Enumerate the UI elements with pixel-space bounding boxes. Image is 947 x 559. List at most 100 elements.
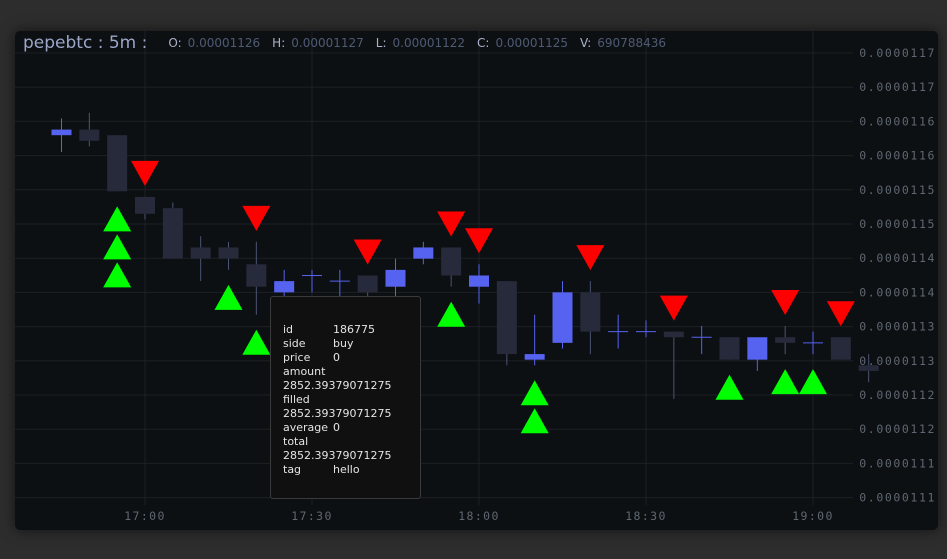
tooltip-key: filled <box>283 393 310 406</box>
tooltip-key: tag <box>283 463 302 476</box>
tooltip-row-tag: tag hello <box>283 463 420 477</box>
x-tick-label: 19:00 <box>792 509 834 523</box>
candle-body <box>190 247 211 259</box>
y-tick-label: 0.0000114 <box>859 251 936 265</box>
tooltip-value: 2852.39379071275 <box>283 379 392 392</box>
sell-marker <box>659 295 688 321</box>
trade-tooltip: id 186775 side buy price 0 amount 2852.39379… <box>270 296 421 499</box>
tooltip-value: 0 <box>333 421 340 434</box>
tooltip-value: 186775 <box>333 323 375 336</box>
tooltip-value: hello <box>333 463 360 476</box>
candle-body <box>775 337 796 343</box>
x-tick-label: 18:30 <box>625 509 667 523</box>
buy-marker <box>799 369 827 395</box>
low-value: 0.00001122 <box>392 36 466 50</box>
y-tick-label: 0.0000112 <box>859 388 936 402</box>
candle-body <box>107 135 128 192</box>
sell-marker <box>771 290 800 316</box>
buy-marker <box>771 369 800 395</box>
tooltip-row-total: total 2852.39379071275 <box>283 435 420 463</box>
candle-body <box>385 269 406 287</box>
candle-body <box>246 264 267 287</box>
sell-marker <box>242 205 271 231</box>
buy-marker <box>214 284 243 310</box>
volume-label: V: <box>580 36 592 50</box>
candle-body <box>357 275 378 293</box>
x-tick-label: 17:00 <box>124 509 166 523</box>
buy-marker <box>520 380 549 406</box>
tooltip-key: average <box>283 421 329 434</box>
low-label: L: <box>375 36 387 50</box>
y-tick-label: 0.0000115 <box>859 217 936 231</box>
y-tick-label: 0.0000114 <box>859 285 936 299</box>
candle-body <box>747 337 768 360</box>
tooltip-row-average: average 0 <box>283 421 420 435</box>
candle-body <box>469 275 489 287</box>
high-value: 0.00001127 <box>291 36 364 50</box>
tooltip-key: id <box>283 323 294 336</box>
tooltip-value: buy <box>333 337 354 350</box>
chart-panel[interactable]: 0.0000117 0.0000117 0.0000116 0.0000116 0.00… <box>15 31 938 530</box>
sell-marker <box>465 228 493 254</box>
candle-body <box>524 354 545 360</box>
open-label: O: <box>168 36 182 50</box>
candle-body <box>162 208 183 259</box>
legend-header: pepebtc : 5m : O: 0.00001126 H: 0.000011… <box>23 32 678 54</box>
tooltip-value: 0 <box>333 351 340 364</box>
tooltip-row-id: id 186775 <box>283 323 420 337</box>
tooltip-row-amount: amount 2852.39379071275 <box>283 365 420 393</box>
sell-marker <box>576 245 605 271</box>
tooltip-row-side: side buy <box>283 337 420 351</box>
candle-body <box>274 281 295 293</box>
candle-body <box>496 281 517 355</box>
y-tick-label: 0.0000112 <box>859 422 936 436</box>
y-tick-label: 0.0000116 <box>859 114 936 128</box>
x-tick-label: 18:00 <box>458 509 500 523</box>
tooltip-key: side <box>283 337 306 350</box>
y-tick-label: 0.0000111 <box>859 456 936 470</box>
buy-marker <box>437 301 466 327</box>
y-tick-label: 0.0000111 <box>859 491 936 505</box>
y-tick-label: 0.0000115 <box>859 183 936 197</box>
tooltip-key: price <box>283 351 311 364</box>
tooltip-value: 2852.39379071275 <box>283 407 392 420</box>
sell-marker <box>826 301 855 327</box>
candle-body <box>441 247 462 276</box>
y-tick-label: 0.0000116 <box>859 149 936 163</box>
open-value: 0.00001126 <box>187 36 261 50</box>
tooltip-row-filled: filled 2852.39379071275 <box>283 393 420 421</box>
buy-marker <box>103 262 132 288</box>
candle-body <box>663 331 684 338</box>
y-tick-label: 0.0000113 <box>859 320 936 334</box>
tooltip-row-price: price 0 <box>283 351 420 365</box>
buy-marker <box>715 374 744 400</box>
candle-body <box>830 337 851 360</box>
buy-marker <box>103 206 132 232</box>
candle-body <box>79 129 100 141</box>
buy-marker <box>103 234 132 260</box>
sell-marker <box>353 239 382 265</box>
candle-body <box>413 247 434 259</box>
candle-body <box>719 337 740 360</box>
volume-value: 690788436 <box>597 36 666 50</box>
close-value: 0.00001125 <box>495 36 568 50</box>
y-tick-label: 0.0000117 <box>859 80 936 94</box>
candlestick-chart[interactable]: 0.0000117 0.0000117 0.0000116 0.0000116 0.00… <box>15 31 938 530</box>
x-tick-label: 17:30 <box>291 509 333 523</box>
sell-marker <box>131 160 159 186</box>
candle-body <box>218 247 239 259</box>
close-label: C: <box>477 36 490 50</box>
tooltip-key: amount <box>283 365 326 378</box>
tooltip-value: 2852.39379071275 <box>283 449 392 462</box>
candle-body <box>580 292 601 332</box>
tooltip-key: total <box>283 435 309 448</box>
high-label: H: <box>272 36 286 50</box>
y-tick-label: 0.0000117 <box>859 46 936 60</box>
candle-body <box>858 365 879 371</box>
buy-marker <box>520 408 549 434</box>
symbol-label: pepebtc : 5m : <box>23 33 148 53</box>
buy-marker <box>242 329 271 355</box>
candle-body <box>51 129 72 136</box>
candle-body <box>135 196 155 214</box>
candle-body <box>552 292 573 343</box>
